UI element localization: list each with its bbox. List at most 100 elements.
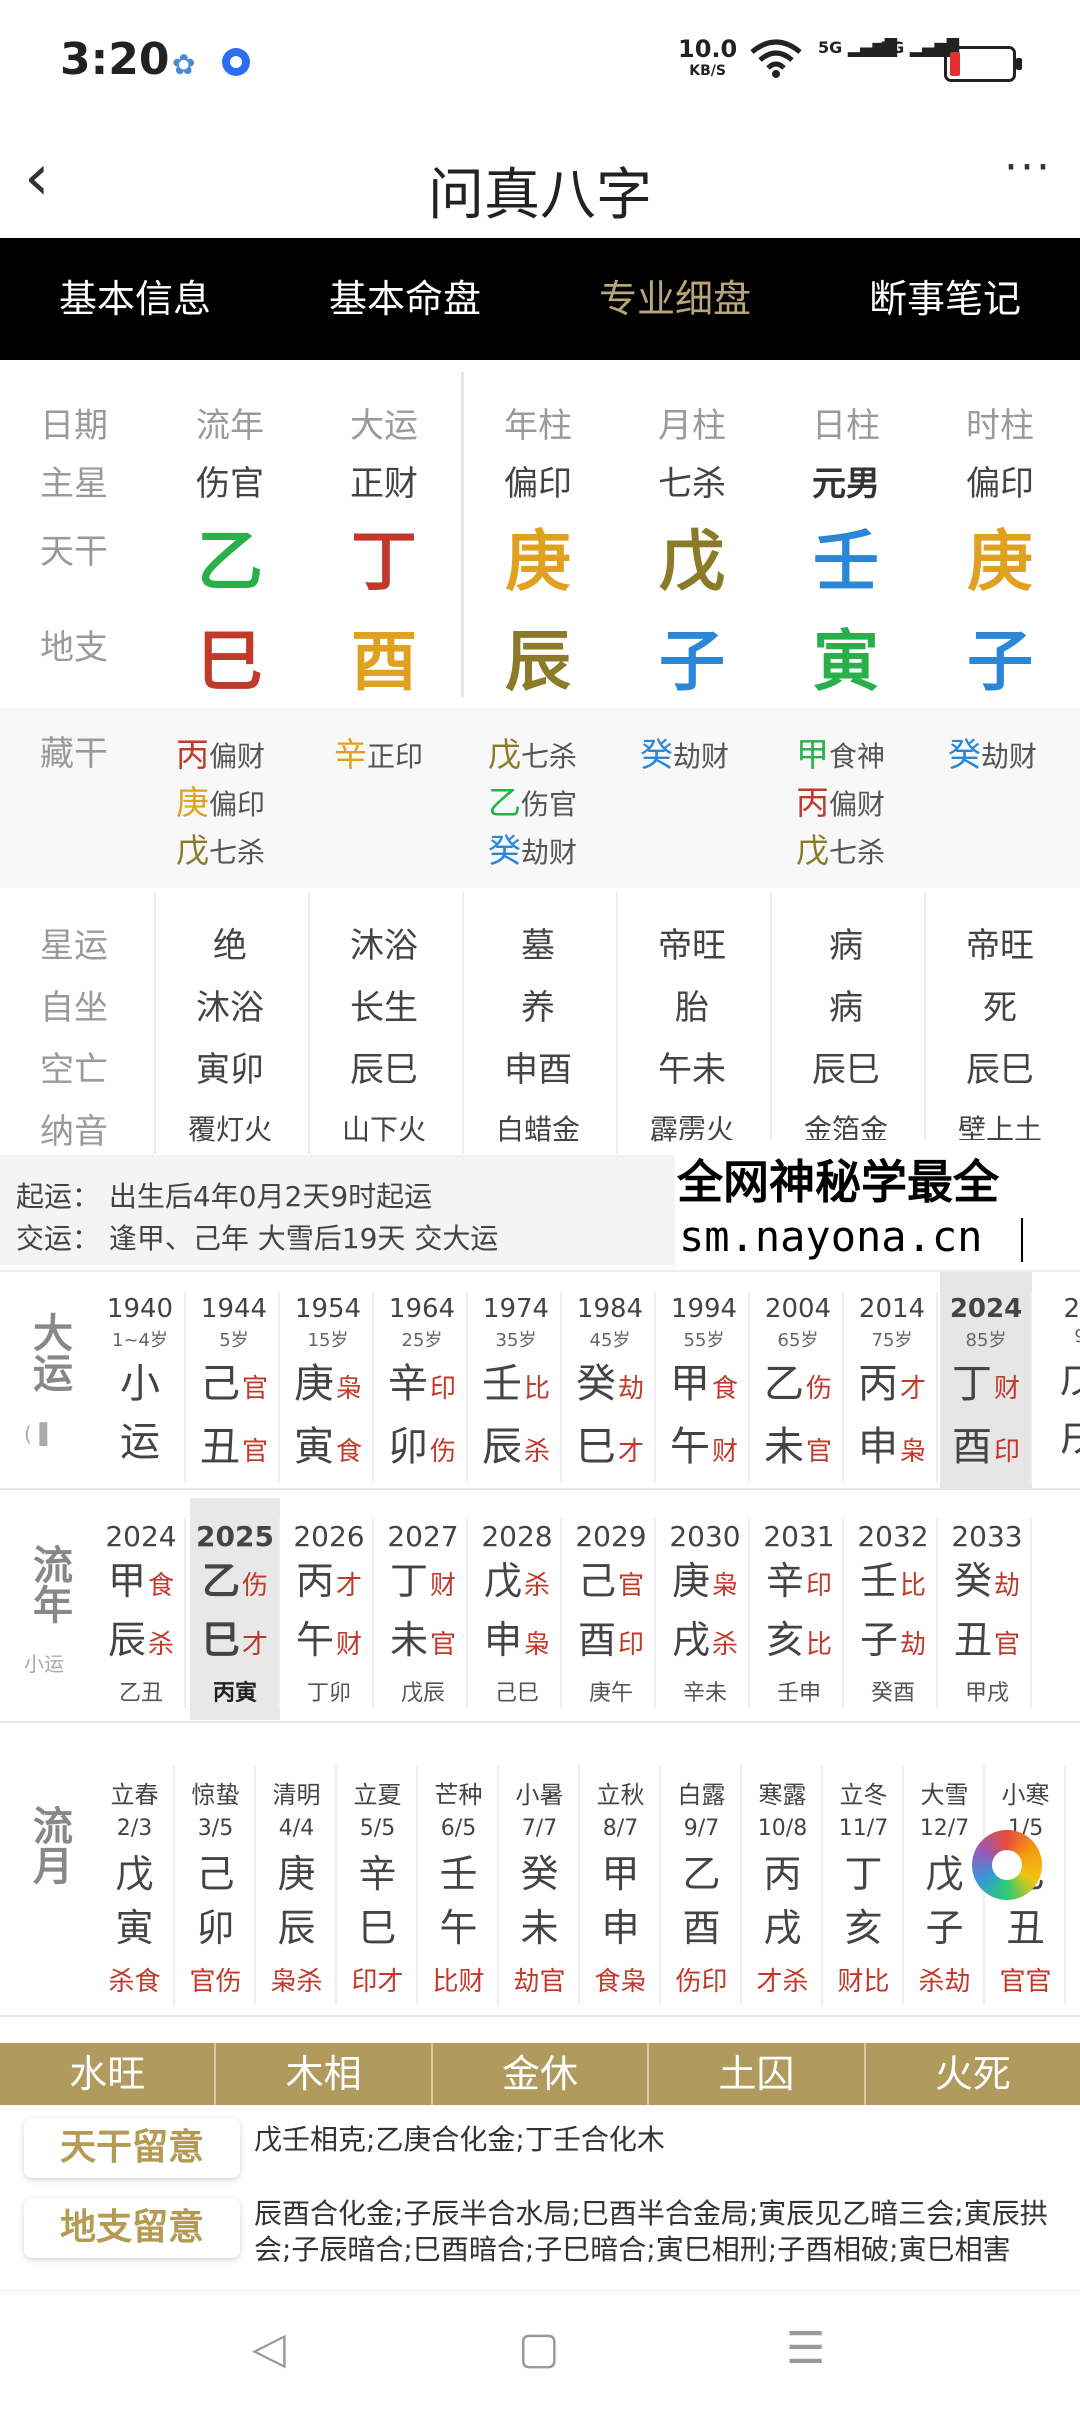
liuyue-cell[interactable]: 芒种 6/5 壬午比财: [418, 1735, 499, 2015]
tab-3[interactable]: 断事笔记: [810, 238, 1080, 360]
liunian-char: 巳: [201, 1618, 240, 1662]
dayun-char: 巳: [575, 1424, 616, 1470]
liuyue-cell[interactable]: 立夏 5/5 辛巳印才: [337, 1735, 418, 2015]
liunian-cell-2026[interactable]: 2026 丙才 午财 丁卯: [284, 1498, 374, 1720]
liunian-cell-2033[interactable]: 2033 癸劫 丑官 甲戌: [942, 1498, 1032, 1720]
hidden-stem: 戊七杀: [488, 728, 577, 776]
nav-menu-icon[interactable]: ☰: [786, 2323, 825, 2374]
pillar-zhi: 子: [967, 623, 1033, 700]
liunian-cell-2031[interactable]: 2031 辛印 亥比 壬申: [754, 1498, 844, 1720]
liuyue-term: 清明: [272, 1781, 321, 1809]
liuyue-cell[interactable]: 白露 9/7 乙酉伤印: [661, 1735, 742, 2015]
dayun-ganzhi: 己官: [188, 1358, 280, 1415]
liuyue-shishen: 食枭: [594, 1967, 647, 1997]
dayun-cell-1994[interactable]: 1994 55岁 甲食 午财: [658, 1272, 750, 1488]
dayun-year: 2014: [858, 1294, 926, 1324]
dayun-ganzhi: 巳才: [564, 1421, 656, 1478]
star-cell: 寅卯: [196, 1050, 264, 1090]
more-options-icon[interactable]: ···: [1004, 142, 1052, 193]
liunian-cell-2028[interactable]: 2028 戊杀 申枭 己巳: [472, 1498, 562, 1720]
liunian-cell-2029[interactable]: 2029 己官 酉印 庚午: [566, 1498, 656, 1720]
liuyue-cell[interactable]: 立春 2/3 戊寅杀食: [94, 1735, 175, 2015]
dayun-shishen: 官: [805, 1437, 832, 1467]
dayun-cell-1984[interactable]: 1984 45岁 癸劫 巳才: [564, 1272, 656, 1488]
liunian-shishen: 比: [900, 1571, 927, 1601]
liunian-year: 2029: [575, 1520, 647, 1553]
liunian-ganzhi: 丁财: [378, 1555, 468, 1612]
liunian-cell-2027[interactable]: 2027 丁财 未官 戊辰: [378, 1498, 468, 1720]
liunian-char: 戌: [671, 1618, 710, 1662]
pillar-title: 月柱: [658, 406, 726, 446]
liunian-cell-2025[interactable]: 2025 乙伤 巳才 丙寅: [190, 1498, 280, 1720]
liunian-char: 酉: [577, 1618, 616, 1662]
tab-1[interactable]: 基本命盘: [270, 238, 540, 360]
liuyue-zhi: 子: [925, 1906, 964, 1950]
watermark-title: 全网神秘学最全: [677, 1155, 999, 1209]
liunian-char: 戊: [483, 1559, 522, 1603]
dayun-cell-1974[interactable]: 1974 35岁 壬比 辰杀: [470, 1272, 562, 1488]
liuyue-cell[interactable]: 惊蛰 3/5 己卯官伤: [175, 1735, 256, 2015]
wangxiang-item: 土囚: [649, 2043, 866, 2105]
tab-2[interactable]: 专业细盘: [540, 238, 810, 360]
liunian-char: 癸: [953, 1559, 992, 1603]
dayun-ganzhi: 寅食: [282, 1421, 374, 1478]
liuyue-term: 立冬: [839, 1781, 888, 1809]
tab-0[interactable]: 基本信息: [0, 238, 270, 360]
liunian-shishen: 官: [994, 1630, 1021, 1660]
dayun-cell-20[interactable]: 209 戊戌: [1034, 1272, 1080, 1488]
liunian-shishen: 才: [242, 1630, 269, 1660]
floating-color-wheel-icon[interactable]: [972, 1830, 1042, 1900]
nav-back-icon[interactable]: ◁: [252, 2323, 286, 2374]
app-header: ‹ 问真八字 ···: [0, 128, 1080, 238]
dayun-toggle-icon[interactable]: (▐: [24, 1422, 47, 1446]
liuyue-zhi: 酉: [682, 1906, 721, 1950]
star-cell: 午未: [658, 1050, 726, 1090]
liunian-shishen: 官: [618, 1571, 645, 1601]
liunian-ganzhi: 午财: [284, 1614, 374, 1671]
liunian-char: 壬: [859, 1559, 898, 1603]
qiyun-line-1: 起运： 出生后4年0月2天9时起运: [16, 1180, 433, 1213]
pillar-gan: 庚: [505, 523, 571, 600]
liuyue-cell[interactable]: 寒露 10/8 丙戌才杀: [742, 1735, 823, 2015]
dayun-ganzhi: 庚枭: [282, 1358, 374, 1415]
pillar-gan: 戊: [659, 523, 725, 600]
liunian-cell-2024[interactable]: 2024 甲食 辰杀 乙丑: [96, 1498, 186, 1720]
liunian-ganzhi: 戌杀: [660, 1614, 750, 1671]
dayun-ganzhi: 丑官: [188, 1421, 280, 1478]
dayun-char: 庚: [293, 1361, 334, 1407]
column-divider: [654, 1518, 656, 1708]
star-cell: 胎: [675, 988, 709, 1028]
liunian-cell-2032[interactable]: 2032 壬比 子劫 癸酉: [848, 1498, 938, 1720]
liunian-year: 2031: [763, 1520, 835, 1553]
hidden-stem-shishen: 劫财: [521, 836, 578, 869]
dayun-cell-1954[interactable]: 1954 15岁 庚枭 寅食: [282, 1272, 374, 1488]
hidden-stem: 乙伤官: [488, 776, 577, 824]
liunian-cell-2030[interactable]: 2030 庚枭 戌杀 辛未: [660, 1498, 750, 1720]
dayun-ganzhi: 戌: [1034, 1411, 1080, 1463]
liunian-char: 庚: [671, 1559, 710, 1603]
dayun-cell-2004[interactable]: 2004 65岁 乙伤 未官: [752, 1272, 844, 1488]
liuyue-zhi: 戌: [763, 1906, 802, 1950]
dayun-char: 甲: [669, 1361, 710, 1407]
dayun-cell-2014[interactable]: 2014 75岁 丙才 申枭: [846, 1272, 938, 1488]
liuyue-cell[interactable]: 清明 4/4 庚辰枭杀: [256, 1735, 337, 2015]
liunian-char: 甲: [107, 1559, 146, 1603]
liuyue-shishen: 官伤: [189, 1967, 242, 1997]
liuyue-cell[interactable]: 小暑 7/7 癸未劫官: [499, 1735, 580, 2015]
liuyue-term: 小寒: [1001, 1781, 1050, 1809]
network-speed-value: 10.0: [678, 35, 738, 63]
hidden-stem-gan: 丙: [176, 735, 209, 774]
column-divider: [1030, 1292, 1032, 1482]
text-cursor: [1021, 1218, 1023, 1262]
liuyue-cell[interactable]: 立冬 11/7 丁亥财比: [823, 1735, 904, 2015]
liuyue-cell[interactable]: 立秋 8/7 甲申食枭: [580, 1735, 661, 2015]
dayun-cell-1940[interactable]: 1940 1~4岁小运: [94, 1272, 186, 1488]
dayun-cell-1964[interactable]: 1964 25岁 辛印 卯伤: [376, 1272, 468, 1488]
dayun-ganzhi: 卯伤: [376, 1421, 468, 1478]
dayun-year: 20: [1063, 1294, 1080, 1324]
nav-home-icon[interactable]: ▢: [518, 2323, 560, 2374]
liuyue-shishen: 印才: [351, 1967, 404, 1997]
dayun-cell-1944[interactable]: 1944 5岁 己官 丑官: [188, 1272, 280, 1488]
dayun-cell-2024[interactable]: 2024 85岁 丁财 酉印: [940, 1272, 1032, 1488]
liuyue-zhi: 午: [439, 1906, 478, 1950]
